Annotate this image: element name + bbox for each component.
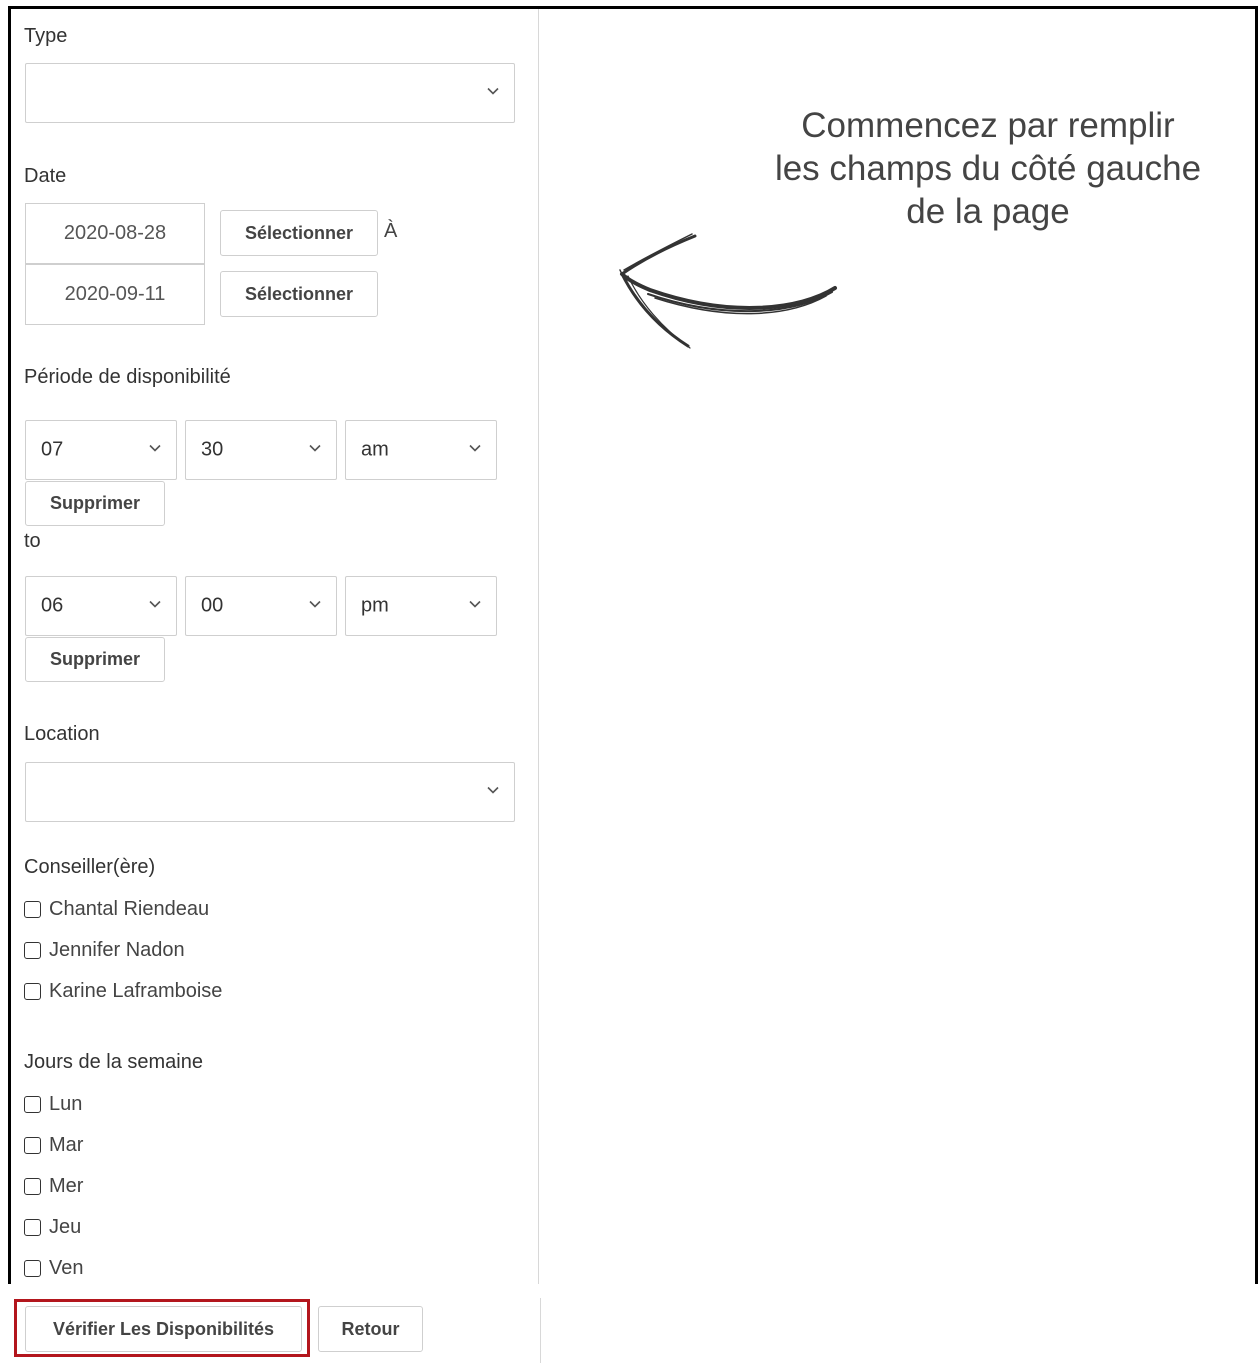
checkbox[interactable] [24,901,41,918]
back-button[interactable]: Retour [318,1306,423,1352]
weekday-option[interactable]: Jeu [24,1216,81,1239]
advisor-option[interactable]: Karine Laframboise [24,980,222,1003]
checkbox[interactable] [24,1260,41,1277]
weekday-option[interactable]: Ven [24,1257,83,1280]
end-hour-select[interactable]: 06 [25,576,177,636]
checkbox[interactable] [24,942,41,959]
weekdays-label: Jours de la semaine [24,1051,203,1073]
hint-line: les champs du côté gauche [774,149,1202,188]
select-date-from-button[interactable]: Sélectionner [220,210,378,256]
start-ampm-value: am [361,438,389,461]
remove-start-time-button[interactable]: Supprimer [25,481,165,526]
period-label: Période de disponibilité [24,366,231,388]
weekday-option[interactable]: Mer [24,1175,83,1198]
weekday-name: Lun [49,1093,83,1115]
chevron-down-icon [487,87,499,95]
checkbox[interactable] [24,1096,41,1113]
hint-text: Commencez par remplir les champs du côté… [740,104,1236,233]
end-minute-select[interactable]: 00 [185,576,337,636]
weekday-option[interactable]: Mar [24,1134,83,1157]
start-ampm-select[interactable]: am [345,420,497,480]
chevron-down-icon [469,600,481,608]
checkbox[interactable] [24,1137,41,1154]
end-minute-value: 00 [201,594,224,617]
chevron-down-icon [149,444,161,452]
end-ampm-value: pm [361,594,389,617]
start-minute-select[interactable]: 30 [185,420,337,480]
advisor-name: Karine Laframboise [49,980,223,1002]
advisor-name: Jennifer Nadon [49,939,185,961]
checkbox[interactable] [24,1178,41,1195]
start-hour-value: 07 [41,438,64,461]
weekday-option[interactable]: Lun [24,1093,82,1116]
type-label: Type [24,25,68,47]
location-label: Location [24,723,100,745]
weekday-name: Jeu [49,1216,82,1238]
advisor-option[interactable]: Jennifer Nadon [24,939,185,962]
date-from-input[interactable]: 2020-08-28 [25,203,205,264]
date-to-input[interactable]: 2020-09-11 [25,264,205,325]
weekday-name: Mar [49,1134,84,1156]
chevron-down-icon [309,444,321,452]
chevron-down-icon [487,786,499,794]
column-divider [538,9,539,1284]
start-hour-select[interactable]: 07 [25,420,177,480]
date-label: Date [24,165,67,187]
date-separator: À [384,220,398,242]
hint-line: de la page [906,192,1070,231]
type-select[interactable] [25,63,515,123]
location-select[interactable] [25,762,515,822]
checkbox[interactable] [24,1219,41,1236]
start-minute-value: 30 [201,438,224,461]
chevron-down-icon [149,600,161,608]
highlight-box [14,1299,310,1357]
chevron-down-icon [309,600,321,608]
column-divider-footer [540,1298,541,1363]
frame-left-border [8,6,11,1284]
weekday-name: Mer [49,1175,84,1197]
select-date-to-button[interactable]: Sélectionner [220,271,378,317]
end-hour-value: 06 [41,594,64,617]
checkbox[interactable] [24,983,41,1000]
weekday-name: Ven [49,1257,84,1279]
hint-line: Commencez par remplir [801,106,1175,145]
frame-top-border [8,6,1258,9]
to-label: to [24,530,41,552]
end-ampm-select[interactable]: pm [345,576,497,636]
advisor-name: Chantal Riendeau [49,898,210,920]
hand-drawn-arrow-left-icon [619,233,837,349]
remove-end-time-button[interactable]: Supprimer [25,637,165,682]
chevron-down-icon [469,444,481,452]
advisor-option[interactable]: Chantal Riendeau [24,898,209,921]
advisor-label: Conseiller(ère) [24,856,156,878]
